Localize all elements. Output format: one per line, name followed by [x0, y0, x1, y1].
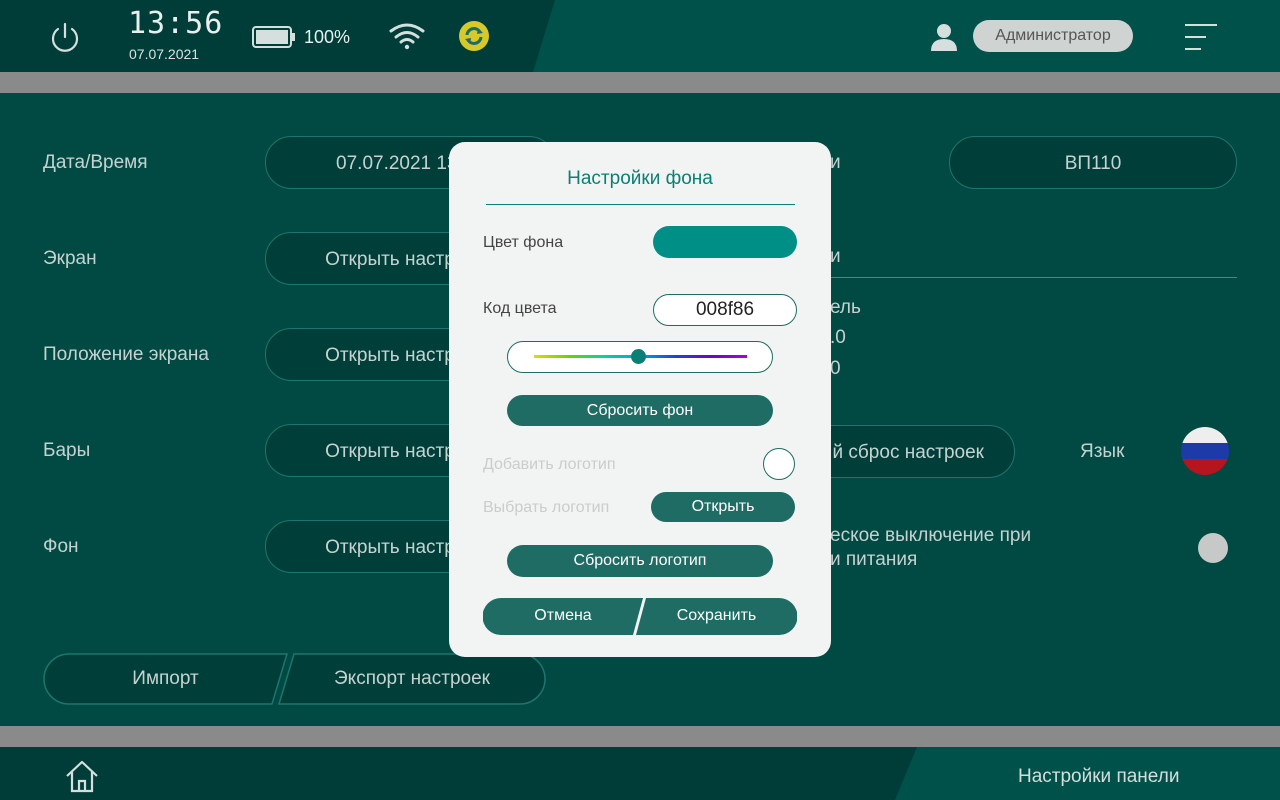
- version-partial-1: .0: [830, 327, 846, 348]
- language-label: Язык: [1080, 441, 1125, 462]
- background-settings-dialog: Настройки фона Цвет фона Код цвета 008f8…: [449, 142, 831, 657]
- export-button[interactable]: Экспорт настроек: [278, 653, 546, 705]
- auto-off-label-line2: и питания: [830, 549, 918, 570]
- info-label-partial: и: [830, 246, 841, 267]
- auto-off-label-line1: еское выключение при: [830, 525, 1032, 546]
- bg-color-label: Цвет фона: [483, 234, 564, 251]
- row-label-bars: Бары: [43, 440, 91, 461]
- save-label: Сохранить: [676, 607, 757, 624]
- user-icon: [928, 22, 960, 52]
- bottom-separator: [0, 726, 1280, 747]
- export-label: Экспорт настроек: [334, 668, 490, 689]
- clock-time: 13:56: [128, 6, 224, 41]
- open-logo-button[interactable]: Открыть: [651, 492, 795, 522]
- row-label-screen-position: Положение экрана: [43, 344, 209, 365]
- language-flag-icon[interactable]: [1181, 427, 1229, 475]
- top-separator: [0, 72, 1280, 93]
- choose-logo-label: Выбрать логотип: [483, 499, 610, 516]
- battery-icon: [251, 24, 297, 50]
- color-code-input[interactable]: 008f86: [653, 294, 797, 326]
- save-button[interactable]: Сохранить: [636, 598, 797, 635]
- import-label: Импорт: [132, 668, 199, 689]
- info-divider: [820, 277, 1237, 278]
- row-label-background: Фон: [43, 536, 79, 557]
- import-button[interactable]: Импорт: [43, 653, 288, 705]
- model-partial: ель: [830, 297, 861, 318]
- row-label-screen: Экран: [43, 248, 97, 269]
- version-partial-2: 0: [830, 358, 841, 379]
- add-logo-label: Добавить логотип: [483, 456, 616, 473]
- bg-color-swatch[interactable]: [653, 226, 797, 258]
- row-label-datetime: Дата/Время: [43, 152, 148, 173]
- menu-icon[interactable]: [1184, 22, 1218, 52]
- hue-slider[interactable]: [507, 341, 773, 373]
- reset-logo-button[interactable]: Сбросить логотип: [507, 545, 773, 577]
- hue-slider-thumb[interactable]: [630, 349, 646, 364]
- dialog-title: Настройки фона: [567, 168, 713, 189]
- user-role-badge[interactable]: Администратор: [973, 20, 1133, 52]
- auto-off-toggle[interactable]: [1198, 533, 1228, 563]
- wifi-icon: [389, 22, 425, 50]
- home-icon[interactable]: [64, 759, 100, 793]
- page-title: Настройки панели: [1018, 766, 1180, 787]
- color-code-label: Код цвета: [483, 300, 557, 317]
- power-icon[interactable]: [48, 20, 82, 54]
- clock-date: 07.07.2021: [129, 46, 200, 62]
- battery-percent: 100%: [304, 27, 351, 47]
- cancel-button[interactable]: Отмена: [483, 598, 643, 635]
- sync-icon[interactable]: [458, 20, 490, 52]
- reset-background-button[interactable]: Сбросить фон: [507, 395, 773, 426]
- factory-reset-label: й сброс настроек: [832, 442, 984, 463]
- device-name-label-partial: и: [830, 152, 841, 173]
- cancel-label: Отмена: [534, 607, 592, 624]
- device-name-field[interactable]: ВП110: [949, 136, 1237, 189]
- add-logo-toggle[interactable]: [763, 448, 795, 480]
- dialog-title-divider: [486, 204, 795, 205]
